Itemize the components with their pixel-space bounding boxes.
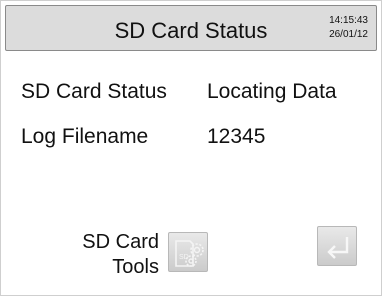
- sd-card-gear-icon: SD: [175, 240, 204, 267]
- log-filename-label: Log Filename: [21, 125, 149, 148]
- clock: 14:15:43 26/01/12: [318, 14, 368, 42]
- sd-card-status-label: SD Card Status: [21, 80, 167, 103]
- sd-card-status-value: Locating Data: [207, 80, 337, 103]
- sd-card-status-screen: SD Card Status 14:15:43 26/01/12 SD Card…: [0, 0, 382, 296]
- sd-card-tools-label-line2: Tools: [112, 256, 159, 278]
- sd-card-tools-label-line1: SD Card: [82, 231, 159, 253]
- log-filename-value: 12345: [207, 125, 266, 148]
- clock-date: 26/01/12: [329, 29, 368, 40]
- sd-card-tools-button[interactable]: SD: [168, 232, 208, 272]
- sd-card-tools-label: SD Card Tools: [82, 230, 159, 280]
- return-arrow-icon: [327, 237, 349, 259]
- title-bar: SD Card Status 14:15:43 26/01/12: [5, 5, 377, 51]
- back-button[interactable]: [317, 226, 357, 266]
- clock-time: 14:15:43: [329, 15, 368, 26]
